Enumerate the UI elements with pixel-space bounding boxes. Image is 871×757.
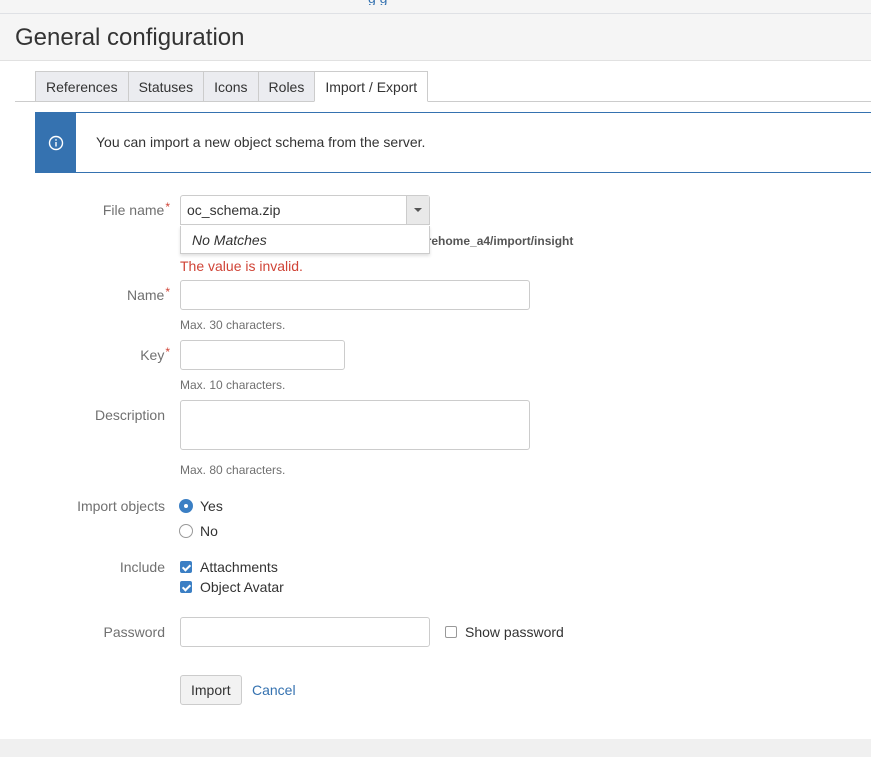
info-message: You can import a new object schema from …: [35, 112, 871, 173]
top-link[interactable]: g g: [368, 0, 448, 5]
no-matches-text: No Matches: [192, 232, 267, 248]
import-path: arehome_a4/import/insight: [420, 234, 574, 248]
key-label: Key*: [30, 345, 170, 363]
file-name-label-text: File name: [102, 202, 165, 218]
required-marker: *: [165, 345, 170, 359]
tab-import-export[interactable]: Import / Export: [314, 71, 429, 102]
password-input[interactable]: [180, 617, 430, 647]
info-icon: [36, 113, 76, 172]
page-footer: [0, 739, 871, 757]
file-name-select[interactable]: oc_schema.zip: [180, 195, 430, 225]
tab-references[interactable]: References: [35, 71, 128, 102]
page-header: General configuration: [0, 14, 871, 61]
name-input[interactable]: [180, 280, 530, 310]
tab-roles[interactable]: Roles: [257, 71, 315, 102]
checkbox-object-avatar-label: Object Avatar: [200, 579, 284, 595]
radio-yes[interactable]: [179, 499, 193, 513]
key-hint: Max. 10 characters.: [180, 378, 286, 392]
tab-icons[interactable]: Icons: [203, 71, 258, 102]
tab-statuses[interactable]: Statuses: [127, 71, 204, 102]
top-navigation-strip: g g: [0, 0, 871, 14]
checkbox-attachments-label: Attachments: [200, 559, 278, 575]
password-label: Password: [103, 624, 165, 640]
checkbox-attachments[interactable]: [180, 561, 192, 573]
radio-yes-label: Yes: [200, 498, 223, 514]
tab-bar: References Statuses Icons Roles Import /…: [35, 71, 429, 102]
page-title: General configuration: [15, 24, 245, 51]
include-label: Include: [119, 559, 165, 575]
radio-no-label: No: [200, 523, 218, 539]
name-label: Name*: [30, 285, 170, 303]
cancel-link[interactable]: Cancel: [252, 682, 296, 698]
description-label: Description: [94, 407, 165, 423]
file-name-value: oc_schema.zip: [187, 202, 281, 218]
name-hint: Max. 30 characters.: [180, 318, 286, 332]
file-name-error: The value is invalid.: [180, 258, 303, 274]
file-name-label: File name*: [30, 200, 170, 218]
key-input[interactable]: [180, 340, 345, 370]
required-marker: *: [165, 285, 170, 299]
dropdown-toggle[interactable]: [406, 196, 429, 224]
radio-no[interactable]: [179, 524, 193, 538]
checkbox-show-password[interactable]: [445, 626, 457, 638]
description-textarea[interactable]: [180, 400, 530, 450]
tab-divider: [15, 101, 871, 102]
main-content: References Statuses Icons Roles Import /…: [0, 61, 871, 739]
chevron-down-icon: [414, 208, 422, 212]
show-password-label: Show password: [465, 624, 564, 640]
import-objects-label: Import objects: [77, 498, 165, 514]
import-button[interactable]: Import: [180, 675, 242, 705]
key-label-text: Key: [140, 347, 165, 363]
info-text: You can import a new object schema from …: [96, 134, 426, 150]
file-name-dropdown: No Matches: [180, 226, 430, 254]
required-marker: *: [165, 200, 170, 214]
checkbox-object-avatar[interactable]: [180, 581, 192, 593]
name-label-text: Name: [126, 287, 165, 303]
description-hint: Max. 80 characters.: [180, 463, 286, 477]
